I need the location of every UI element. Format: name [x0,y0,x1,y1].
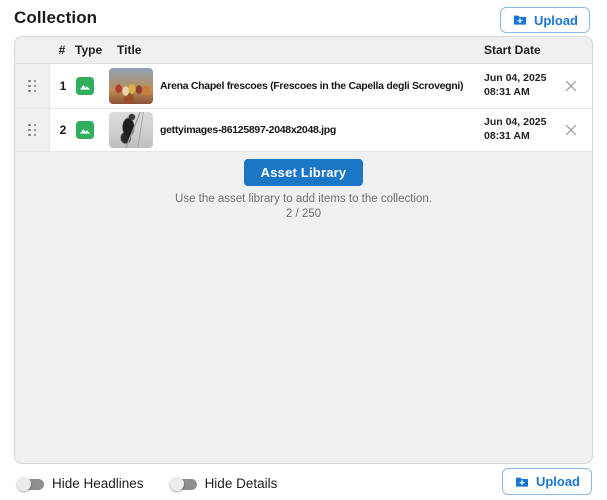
drag-handle[interactable] [15,64,50,108]
header-type: Type [75,43,103,57]
drag-handle-icon [28,123,36,137]
hide-headlines-toggle-item: Hide Headlines [17,476,144,491]
header-start-date: Start Date [484,43,541,57]
row-type-cell [76,77,104,95]
hide-details-toggle-item: Hide Details [169,476,278,491]
start-date-time: 08:31 AM [484,130,530,142]
collection-count: 2 / 250 [285,208,322,220]
image-icon [76,121,94,139]
asset-thumbnail[interactable] [109,68,153,104]
folder-upload-icon [514,474,530,490]
asset-thumbnail[interactable] [109,112,153,148]
upload-button-top[interactable]: Upload [499,7,590,33]
upload-button-label: Upload [533,12,578,28]
start-date: Jun 04, 2025 08:31 AM [484,116,550,143]
table-row: 1 Arena Chapel frescoes (Frescoes in the… [15,64,592,109]
close-icon [565,80,577,92]
table-header-row: # Type Title Start Date [15,37,592,64]
upload-button-bottom[interactable]: Upload [501,468,592,495]
collection-panel: # Type Title Start Date 1 Arena Chapel f… [14,36,593,464]
page-title: Collection [14,8,98,27]
start-date: Jun 04, 2025 08:31 AM [484,72,550,99]
header-index: # [58,43,66,57]
collection-page: Collection Upload # Type Title Start Dat… [0,0,607,500]
switch-knob [169,476,184,491]
asset-library-button[interactable]: Asset Library [243,159,364,186]
folder-upload-icon [512,12,528,28]
hide-headlines-switch[interactable] [17,476,44,491]
start-date-date: Jun 04, 2025 [484,72,547,85]
row-type-cell [76,121,104,139]
remove-item-button[interactable] [562,121,580,139]
start-date-date: Jun 04, 2025 [484,116,547,129]
row-close-cell [550,77,592,95]
row-thumbnail-cell [104,112,154,148]
header-title: Title [117,43,142,57]
table-row: 2 gettyimages-86125897-2048x2048.jpg Jun… [15,109,592,152]
hide-headlines-label: Hide Headlines [52,476,144,491]
row-close-cell [550,121,592,139]
remove-item-button[interactable] [562,77,580,95]
upload-button-label: Upload [535,474,580,489]
image-icon [76,77,94,95]
asset-title: gettyimages-86125897-2048x2048.jpg [160,124,337,136]
switch-knob [17,476,31,491]
row-index: 1 [59,79,67,93]
library-area: Asset Library Use the asset library to a… [15,152,592,220]
start-date-time: 08:31 AM [484,86,530,98]
close-icon [565,124,577,136]
drag-handle[interactable] [15,109,50,151]
row-thumbnail-cell [104,68,154,104]
drag-handle-icon [28,79,36,93]
footer-toggles: Hide Headlines Hide Details [17,476,277,491]
hide-details-label: Hide Details [204,476,278,491]
asset-title: Arena Chapel frescoes (Frescoes in the C… [160,80,464,92]
hide-details-switch[interactable] [169,476,197,491]
row-index: 2 [59,123,67,137]
library-hint: Use the asset library to add items to th… [175,193,432,205]
